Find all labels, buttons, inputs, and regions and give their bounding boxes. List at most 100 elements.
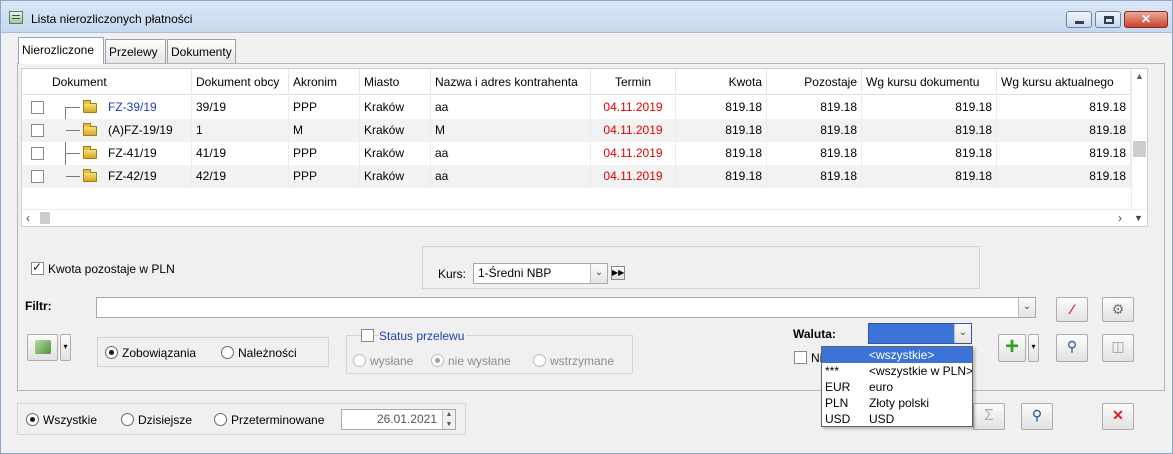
row-checkbox[interactable] [31, 124, 44, 137]
tab-label: Dokumenty [171, 45, 232, 59]
row-checkbox[interactable] [31, 101, 44, 114]
export-button[interactable] [27, 334, 58, 361]
waluta-option[interactable]: *** <wszystkie w PLN> [822, 363, 972, 379]
close-button[interactable]: ✕ [1102, 403, 1134, 430]
chevron-down-icon[interactable]: ⌄ [1018, 298, 1035, 317]
add-dropdown-button[interactable]: ▾ [1028, 334, 1039, 362]
table-row[interactable]: FZ-39/19 39/19 PPP Kraków aa 04.11.2019 … [22, 96, 1132, 119]
hidden-option-checkbox[interactable] [794, 351, 807, 364]
col-nazwa[interactable]: Nazwa i adres kontrahenta [431, 69, 591, 95]
table-row[interactable]: FZ-41/19 41/19 PPP Kraków aa 04.11.2019 … [22, 142, 1132, 165]
cell-miasto: Kraków [360, 165, 431, 188]
app-icon [9, 11, 23, 24]
folder-icon [83, 169, 97, 182]
filtr-input[interactable]: ⌄ [96, 297, 1036, 318]
sum-button[interactable]: Σ [973, 403, 1005, 430]
cell-dokument: (A)FZ-19/19 [104, 119, 192, 142]
dzisiejsze-radio[interactable] [121, 413, 134, 426]
col-dokument[interactable]: Dokument [48, 69, 192, 95]
cell-pozostaje: 819.18 [767, 165, 862, 188]
cell-termin: 04.11.2019 [591, 119, 676, 142]
nie-wyslane-radio[interactable] [431, 354, 444, 367]
scroll-up-icon[interactable]: ▲ [1135, 71, 1144, 81]
option-name: <wszystkie w PLN> [869, 364, 972, 378]
tab-label: Nierozliczone [22, 43, 95, 57]
wyslane-radio[interactable] [353, 354, 366, 367]
clear-filter-button[interactable]: ⁄ [1056, 297, 1088, 322]
col-dokument-obcy[interactable]: Dokument obcy [192, 69, 289, 95]
zobowiazania-radio[interactable] [105, 346, 118, 359]
chevron-down-icon[interactable]: ⌄ [590, 264, 607, 283]
scroll-down-icon[interactable]: ▼ [1134, 213, 1143, 223]
col-miasto[interactable]: Miasto [360, 69, 431, 95]
vertical-scroll-thumb[interactable] [1133, 141, 1146, 157]
wszystkie-radio[interactable] [26, 413, 39, 426]
table-row[interactable]: (A)FZ-19/19 1 M Kraków M 04.11.2019 819.… [22, 119, 1132, 142]
cell-wg-dok: 819.18 [862, 165, 997, 188]
cell-nazwa: aa [431, 96, 591, 119]
col-wg-kursu-aktualnego[interactable]: Wg kursu aktualnego [997, 69, 1131, 95]
tab-dokumenty[interactable]: Dokumenty [167, 39, 236, 63]
kurs-next-button[interactable]: ▶▶ [611, 266, 625, 280]
horizontal-scroll-thumb[interactable] [40, 212, 50, 224]
kwota-pln-checkbox[interactable] [31, 260, 44, 275]
date-input[interactable]: 26.01.2021 ▲ ▼ [341, 409, 456, 430]
preview-button[interactable]: ⚲ [1021, 403, 1053, 430]
cell-pozostaje: 819.18 [767, 96, 862, 119]
row-checkbox[interactable] [31, 147, 44, 160]
title-bar[interactable]: Lista nierozliczonych płatności ✕ [1, 1, 1172, 33]
option-name: Złoty polski [869, 396, 930, 410]
waluta-select[interactable]: ⌄ [868, 323, 972, 344]
waluta-option[interactable]: EUR euro [822, 379, 972, 395]
close-window-button[interactable]: ✕ [1124, 11, 1168, 28]
tab-przelewy[interactable]: Przelewy [105, 39, 166, 63]
przeterminowane-radio[interactable] [214, 413, 227, 426]
cell-kwota: 819.18 [676, 96, 767, 119]
cell-wg-dok: 819.18 [862, 119, 997, 142]
waluta-option[interactable]: PLN Złoty polski [822, 395, 972, 411]
tab-label: Przelewy [109, 45, 158, 59]
date-spinner[interactable]: ▲ ▼ [442, 410, 455, 429]
delete-button[interactable]: ◫ [1102, 334, 1134, 362]
tree-branch [66, 176, 80, 177]
option-code: *** [825, 364, 840, 378]
minimize-button[interactable] [1066, 11, 1092, 28]
col-akronim[interactable]: Akronim [289, 69, 360, 95]
waluta-option[interactable]: USD USD [822, 411, 972, 427]
zobowiazania-label: Zobowiązania [122, 346, 197, 360]
wstrzymane-radio[interactable] [533, 354, 546, 367]
status-checkbox[interactable] [361, 329, 374, 342]
vertical-scrollbar[interactable]: ▲ [1131, 69, 1147, 209]
row-checkbox[interactable] [31, 170, 44, 183]
export-dropdown-button[interactable]: ▾ [60, 334, 71, 361]
option-code: PLN [825, 396, 849, 410]
option-code: EUR [825, 380, 851, 394]
kurs-select[interactable]: 1-Średni NBP ⌄ [473, 263, 608, 284]
cell-dokument: FZ-39/19 [104, 96, 192, 119]
waluta-dropdown-list[interactable]: <wszystkie> *** <wszystkie w PLN> EUR euro… [821, 346, 973, 427]
payments-grid[interactable]: Dokument Dokument obcy Akronim Miasto Na… [21, 68, 1148, 227]
scroll-left-icon[interactable]: ‹ [26, 211, 30, 225]
col-wg-kursu-dokumentu[interactable]: Wg kursu dokumentu [862, 69, 997, 95]
naleznosci-radio[interactable] [221, 346, 234, 359]
scroll-right-icon[interactable]: › [1118, 211, 1122, 225]
cell-wg-akt: 819.18 [997, 96, 1131, 119]
col-kwota[interactable]: Kwota [676, 69, 767, 95]
horizontal-scrollbar[interactable]: ‹ › ▼ [22, 209, 1147, 226]
waluta-option[interactable]: <wszystkie> [822, 347, 972, 363]
sigma-icon: Σ [984, 407, 994, 424]
filter-settings-button[interactable]: ⚙ [1102, 297, 1134, 322]
tab-nierozliczone[interactable]: Nierozliczone [18, 37, 104, 64]
folder-icon [83, 123, 97, 136]
col-termin[interactable]: Termin [591, 69, 676, 95]
col-pozostaje[interactable]: Pozostaje [767, 69, 862, 95]
cell-miasto: Kraków [360, 119, 431, 142]
search-button[interactable]: ⚲ [1056, 334, 1088, 362]
add-button[interactable]: + [998, 334, 1026, 362]
przeterminowane-label: Przeterminowane [231, 413, 325, 427]
maximize-button[interactable] [1095, 11, 1121, 28]
cell-kwota: 819.18 [676, 119, 767, 142]
cell-termin: 04.11.2019 [591, 165, 676, 188]
table-row[interactable]: FZ-42/19 42/19 PPP Kraków aa 04.11.2019 … [22, 165, 1132, 188]
chevron-down-icon[interactable]: ⌄ [954, 324, 971, 343]
